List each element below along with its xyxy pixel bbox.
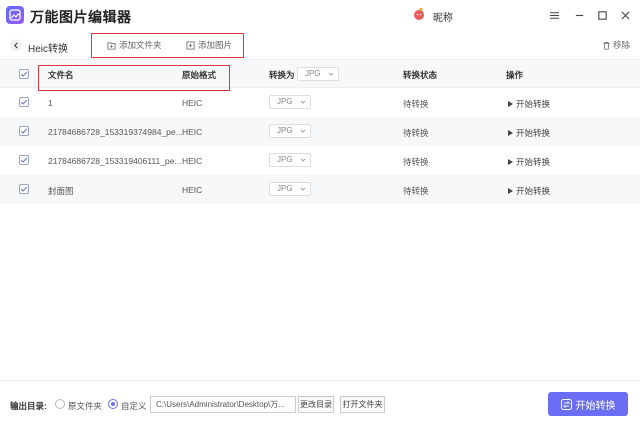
- row-start-label: 开始转换: [516, 157, 551, 167]
- menu-icon[interactable]: [547, 8, 561, 22]
- row-status: 待转换: [403, 157, 429, 167]
- table-header: 文件名 原始格式 转换为 JPG 转换状态 操作: [0, 60, 640, 91]
- close-icon[interactable]: [618, 8, 632, 22]
- row-format-select-value: JPG: [277, 184, 293, 193]
- header-status: 转换状态: [403, 70, 438, 80]
- maximize-icon[interactable]: [595, 8, 609, 22]
- add-image-label: 添加图片: [198, 40, 233, 50]
- convert-icon: [560, 398, 572, 410]
- row-format: HEIC: [182, 127, 203, 137]
- row-format-select[interactable]: JPG: [269, 124, 311, 138]
- user-avatar-icon[interactable]: [412, 7, 426, 21]
- chevron-down-icon: [300, 100, 306, 104]
- row-filename: 21784686728_153319406111_pe...: [48, 156, 182, 166]
- row-start-label: 开始转换: [516, 128, 551, 138]
- minimize-icon[interactable]: [572, 8, 586, 22]
- folder-plus-icon: [107, 41, 116, 50]
- app-logo-icon: [6, 6, 24, 24]
- image-plus-icon: [186, 40, 195, 50]
- row-format-select[interactable]: JPG: [269, 153, 311, 167]
- back-button[interactable]: [10, 39, 22, 51]
- row-checkbox[interactable]: [19, 97, 29, 107]
- convert-all-value: JPG: [305, 69, 321, 78]
- chevron-down-icon: [300, 129, 306, 133]
- chevron-left-icon: [13, 42, 18, 48]
- row-format-select[interactable]: JPG: [269, 182, 311, 196]
- check-icon: [20, 71, 28, 77]
- radio-custom-label[interactable]: 自定义: [121, 400, 147, 412]
- page-title: Heic转换: [28, 44, 69, 55]
- row-start-button[interactable]: 开始转换: [508, 156, 550, 168]
- play-icon: [508, 188, 513, 194]
- row-start-button[interactable]: 开始转换: [508, 127, 550, 139]
- row-format-select[interactable]: JPG: [269, 95, 311, 109]
- radio-custom[interactable]: [108, 399, 118, 409]
- chevron-down-icon: [328, 72, 334, 76]
- row-status: 待转换: [403, 128, 429, 138]
- check-icon: [20, 157, 28, 163]
- toolbar: Heic转换 添加文件夹 添加图片 移除: [0, 30, 640, 60]
- play-icon: [508, 101, 513, 107]
- row-format: HEIC: [182, 98, 203, 108]
- radio-original-folder-label[interactable]: 原文件夹: [68, 400, 102, 412]
- row-format-select-value: JPG: [277, 155, 293, 164]
- play-icon: [508, 130, 513, 136]
- row-start-button[interactable]: 开始转换: [508, 98, 550, 110]
- row-checkbox[interactable]: [19, 126, 29, 136]
- header-convert-to: 转换为: [269, 70, 295, 80]
- row-status: 待转换: [403, 99, 429, 109]
- row-format-select-value: JPG: [277, 126, 293, 135]
- table-row[interactable]: 21784686728_153319374984_pe... HEIC JPG …: [0, 117, 640, 146]
- table-row[interactable]: 封面图 HEIC JPG 待转换 开始转换: [0, 175, 640, 204]
- radio-original-folder[interactable]: [55, 399, 65, 409]
- play-icon: [508, 159, 513, 165]
- row-checkbox[interactable]: [19, 184, 29, 194]
- table-row[interactable]: 21784686728_153319406111_pe... HEIC JPG …: [0, 146, 640, 175]
- check-icon: [20, 128, 28, 134]
- row-format: HEIC: [182, 185, 203, 195]
- trash-icon: [603, 41, 610, 50]
- row-start-label: 开始转换: [516, 186, 551, 196]
- output-path-field[interactable]: C:\Users\Administrator\Desktop\万...: [150, 396, 296, 413]
- start-convert-label: 开始转换: [575, 400, 616, 412]
- row-format-select-value: JPG: [277, 97, 293, 106]
- chevron-down-icon: [300, 158, 306, 162]
- start-convert-button[interactable]: 开始转换: [548, 392, 628, 416]
- bottom-bar: 输出目录: 原文件夹 自定义 C:\Users\Administrator\De…: [0, 380, 640, 427]
- title-bar: 万能图片编辑器 昵称: [0, 0, 640, 30]
- user-name[interactable]: 昵称: [433, 9, 453, 24]
- row-filename: 封面图: [48, 186, 74, 196]
- select-all-checkbox[interactable]: [19, 69, 29, 79]
- chevron-down-icon: [300, 187, 306, 191]
- row-format: HEIC: [182, 156, 203, 166]
- row-filename: 21784686728_153319374984_pe...: [48, 127, 183, 137]
- output-dir-label: 输出目录:: [10, 401, 47, 411]
- change-dir-button[interactable]: 更改目录: [298, 396, 334, 413]
- row-filename: 1: [48, 98, 53, 108]
- remove-label: 移除: [612, 40, 630, 50]
- table-row[interactable]: 1 HEIC JPG 待转换 开始转换: [0, 88, 640, 117]
- row-checkbox[interactable]: [19, 155, 29, 165]
- add-image-button[interactable]: 添加图片: [186, 39, 232, 51]
- convert-all-select[interactable]: JPG: [297, 67, 339, 81]
- header-action: 操作: [506, 70, 524, 80]
- add-folder-button[interactable]: 添加文件夹: [107, 39, 162, 51]
- app-title: 万能图片编辑器: [30, 9, 132, 25]
- row-start-label: 开始转换: [516, 99, 551, 109]
- check-icon: [20, 186, 28, 192]
- remove-button[interactable]: 移除: [602, 39, 630, 51]
- open-folder-button[interactable]: 打开文件夹: [340, 396, 385, 413]
- add-folder-label: 添加文件夹: [119, 40, 162, 50]
- row-start-button[interactable]: 开始转换: [508, 185, 550, 197]
- row-status: 待转换: [403, 186, 429, 196]
- check-icon: [20, 99, 28, 105]
